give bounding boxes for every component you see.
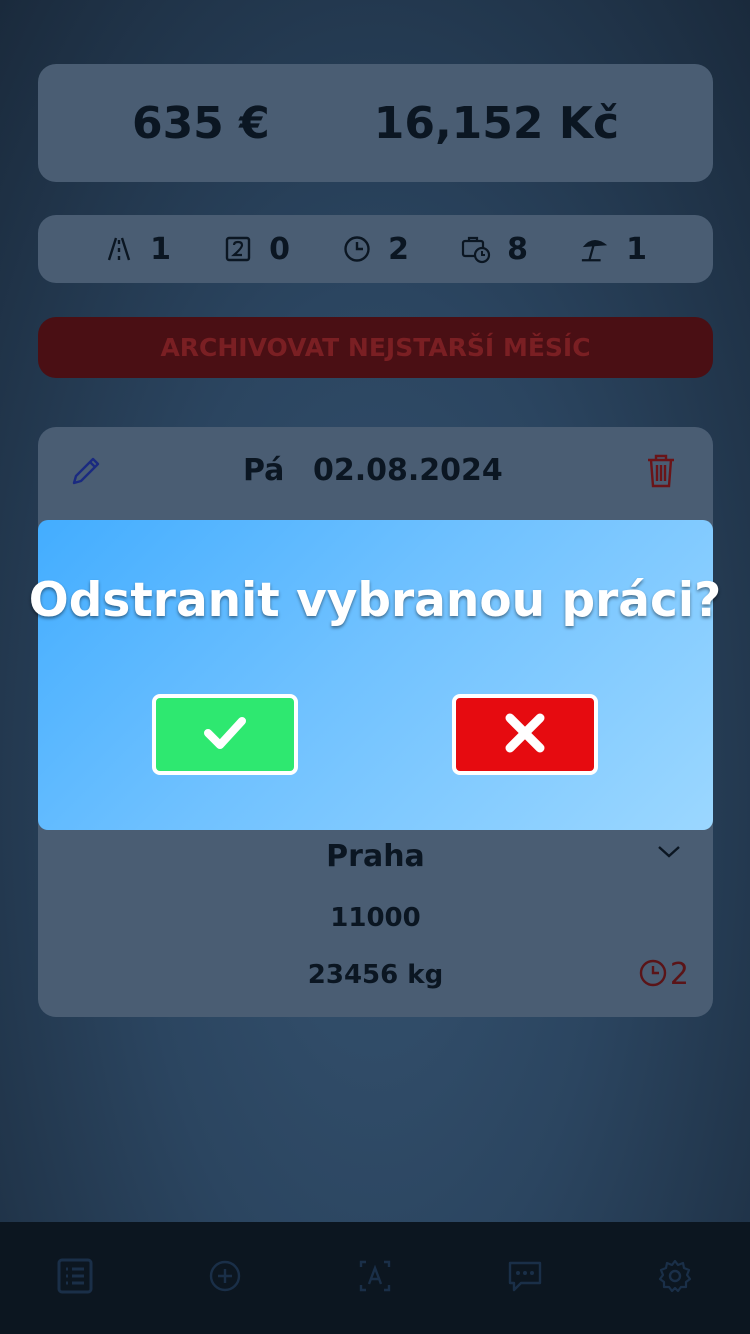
check-icon bbox=[203, 715, 247, 755]
cancel-button[interactable] bbox=[452, 694, 598, 775]
close-icon bbox=[504, 712, 546, 758]
dialog-title: Odstranit vybranou práci? bbox=[28, 573, 722, 628]
confirm-button[interactable] bbox=[152, 694, 298, 775]
confirm-delete-dialog bbox=[38, 520, 713, 830]
app-screen: 635 € 16,152 Kč 1 0 2 8 1 ARCHIVOVAT NEJ… bbox=[0, 0, 750, 1334]
